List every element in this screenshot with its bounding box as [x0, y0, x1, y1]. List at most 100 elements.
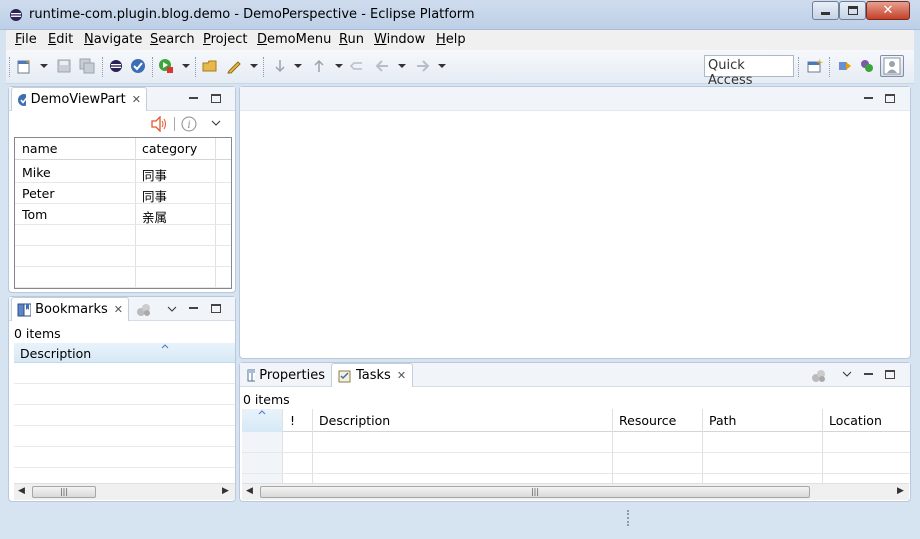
- view-toolbar-icon[interactable]: [811, 369, 827, 383]
- user-perspective-icon: [883, 57, 901, 75]
- forward-icon[interactable]: [415, 58, 431, 74]
- back-dropdown-icon[interactable]: [398, 64, 406, 68]
- view-menu-chevron-icon[interactable]: [842, 371, 852, 377]
- menu-run[interactable]: Run: [339, 32, 364, 47]
- people-table: name category Mike 同事 Peter 同事 Tom 亲属: [14, 137, 232, 289]
- tab-properties[interactable]: Properties: [242, 363, 330, 387]
- tab-bookmarks[interactable]: Bookmarks ✕: [11, 297, 129, 321]
- open-perspective-icon[interactable]: +: [807, 58, 823, 74]
- save-icon[interactable]: [56, 58, 72, 74]
- scroll-left-icon[interactable]: ◀: [246, 486, 253, 496]
- table-row[interactable]: Tom 亲属: [15, 204, 231, 225]
- column-header-completed[interactable]: [242, 409, 282, 432]
- column-header-priority[interactable]: !: [290, 413, 295, 428]
- cell-name: Peter: [22, 186, 55, 201]
- svg-text:*: *: [26, 59, 30, 68]
- tab-tasks[interactable]: Tasks ✕: [331, 363, 413, 387]
- demo-action-icon[interactable]: [130, 58, 146, 74]
- status-bar: [0, 502, 920, 539]
- toolbar-separator: [829, 57, 831, 77]
- editor-area: [239, 86, 911, 359]
- close-tab-icon[interactable]: ✕: [132, 93, 141, 106]
- scroll-left-icon[interactable]: ◀: [18, 486, 25, 496]
- menu-project[interactable]: Project: [203, 32, 248, 47]
- maximize-window-button[interactable]: [839, 1, 866, 20]
- tab-demoviewpart[interactable]: DemoViewPart ✕: [11, 87, 147, 111]
- minimize-window-button[interactable]: [812, 1, 839, 20]
- table-row[interactable]: Mike 同事: [15, 162, 231, 183]
- svg-text:+: +: [816, 58, 823, 68]
- menu-help[interactable]: Help: [436, 32, 466, 47]
- column-header-description[interactable]: Description: [20, 346, 91, 361]
- quick-access-input[interactable]: Quick Access: [704, 55, 794, 88]
- bookmarks-item-count: 0 items: [14, 326, 61, 341]
- java-perspective-icon[interactable]: [837, 58, 853, 74]
- column-header-category[interactable]: category: [142, 141, 197, 156]
- cell-category: 同事: [142, 189, 168, 204]
- scroll-right-icon[interactable]: ▶: [897, 486, 904, 496]
- bookmarks-horizontal-scrollbar[interactable]: ◀ ||| ▶: [14, 483, 235, 500]
- debug-perspective-icon[interactable]: [108, 58, 124, 74]
- close-tab-icon[interactable]: ✕: [114, 303, 123, 316]
- open-folder-icon[interactable]: [202, 58, 218, 74]
- cell-name: Mike: [22, 165, 51, 180]
- toolbar-separator: [263, 57, 265, 77]
- forward-dropdown-icon[interactable]: [438, 64, 446, 68]
- tasks-view: Properties Tasks ✕ 0 items ! Description…: [239, 362, 911, 502]
- column-header-description[interactable]: Description: [319, 413, 390, 428]
- minimize-view-icon[interactable]: [189, 307, 198, 309]
- minimize-view-icon[interactable]: [864, 373, 873, 375]
- prev-annotation-dropdown-icon[interactable]: [335, 64, 343, 68]
- maximize-editor-icon[interactable]: [885, 94, 895, 103]
- maximize-view-icon[interactable]: [211, 94, 221, 103]
- view-menu-chevron-icon[interactable]: [211, 120, 221, 126]
- column-header-name[interactable]: name: [22, 141, 57, 156]
- menu-file[interactable]: File: [15, 32, 37, 47]
- bookmarks-table-body: [14, 363, 235, 483]
- demo-view-part: DemoViewPart ✕ i name category Mike 同事 P…: [8, 86, 236, 293]
- menu-window[interactable]: Window: [374, 32, 425, 47]
- view-menu-chevron-icon[interactable]: [167, 306, 177, 312]
- menu-edit[interactable]: Edit: [48, 32, 73, 47]
- scrollbar-thumb[interactable]: |||: [260, 486, 810, 498]
- view-toolbar-icon[interactable]: [136, 303, 152, 317]
- bookmarks-table-header: Description: [14, 343, 235, 363]
- close-tab-icon[interactable]: ✕: [397, 369, 406, 382]
- save-all-icon[interactable]: [79, 58, 95, 74]
- table-row[interactable]: Peter 同事: [15, 183, 231, 204]
- empty-row: [15, 246, 231, 267]
- minimize-view-icon[interactable]: [189, 97, 198, 99]
- minimize-editor-icon[interactable]: [864, 97, 873, 99]
- tasks-table-header: ! Description Resource Path Location: [242, 409, 910, 432]
- column-header-path[interactable]: Path: [709, 413, 736, 428]
- debug-perspective-switch-icon[interactable]: [859, 58, 875, 74]
- tab-label: Tasks: [356, 368, 391, 383]
- menu-search[interactable]: Search: [150, 32, 195, 47]
- menu-navigate[interactable]: Navigate: [84, 32, 142, 47]
- view-toolbar-separator: [174, 117, 175, 131]
- run-dropdown-icon[interactable]: [182, 64, 190, 68]
- status-bar-grip[interactable]: [627, 510, 629, 526]
- new-icon[interactable]: *: [16, 58, 32, 74]
- prev-annotation-icon[interactable]: [311, 58, 327, 74]
- close-window-button[interactable]: ✕: [866, 1, 910, 20]
- tasks-horizontal-scrollbar[interactable]: ◀ ||| ▶: [242, 483, 909, 500]
- pencil-icon[interactable]: [226, 58, 242, 74]
- speaker-icon[interactable]: [150, 116, 168, 132]
- column-header-resource[interactable]: Resource: [619, 413, 676, 428]
- last-edit-icon[interactable]: [349, 58, 365, 74]
- run-icon[interactable]: [158, 58, 174, 74]
- menu-demomenu[interactable]: DemoMenu: [257, 32, 331, 47]
- scroll-right-icon[interactable]: ▶: [222, 486, 229, 496]
- back-icon[interactable]: [374, 58, 390, 74]
- next-annotation-icon[interactable]: [272, 58, 288, 74]
- column-header-location[interactable]: Location: [829, 413, 882, 428]
- next-annotation-dropdown-icon[interactable]: [294, 64, 302, 68]
- maximize-view-icon[interactable]: [885, 370, 895, 379]
- resource-perspective-button[interactable]: [880, 55, 904, 77]
- info-icon[interactable]: i: [181, 116, 197, 132]
- pencil-dropdown-icon[interactable]: [250, 64, 258, 68]
- scrollbar-thumb[interactable]: |||: [32, 486, 96, 498]
- new-dropdown-icon[interactable]: [40, 64, 48, 68]
- maximize-view-icon[interactable]: [211, 304, 221, 313]
